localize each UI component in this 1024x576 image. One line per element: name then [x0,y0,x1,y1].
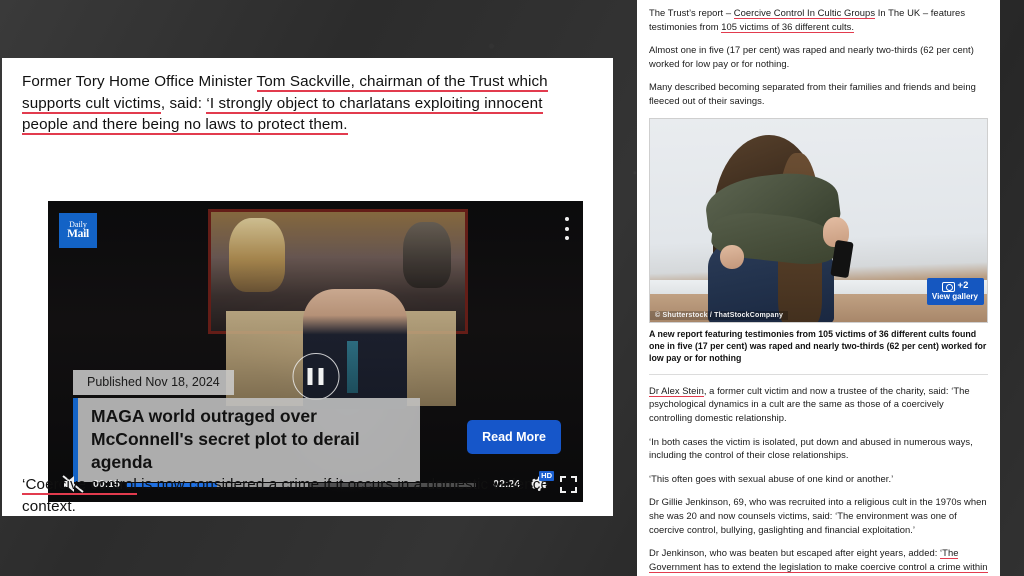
video-headline[interactable]: MAGA world outraged over McConnell's sec… [73,398,420,482]
right-article-panel: The Trust’s report – Coercive Control In… [637,0,1000,576]
read-more-button[interactable]: Read More [467,420,561,454]
camera-icon [941,281,955,292]
link-report-title[interactable]: Coercive Control In Cultic Groups [733,7,876,19]
gallery-badge-row: +2 [932,280,978,292]
left-p1-mid: , said: [160,94,207,112]
link-victims-stat[interactable]: 105 victims of 36 different cults. [721,20,855,33]
photo-caption: A new report featuring testimonies from … [649,328,988,375]
kebab-dot [564,236,569,240]
left-article-panel: Former Tory Home Office Minister Tom Sac… [2,58,613,516]
more-options-icon[interactable] [564,217,569,240]
video-headline-text: MAGA world outraged over McConnell's sec… [91,406,360,472]
view-gallery-badge[interactable]: +2 View gallery [926,278,984,305]
right-paragraph-8: Dr Jenkinson, who was beaten but escaped… [649,546,988,576]
daily-mail-logo: Daily Mail [59,213,97,248]
logo-line-2: Mail [67,227,89,240]
rp1-a: The Trust’s report – [649,7,734,18]
video-player[interactable]: Daily Mail Published Nov 18, 2024 MAGA w… [48,201,583,502]
right-paragraph-3: Many described becoming separated from t… [649,81,976,106]
published-date-chip: Published Nov 18, 2024 [73,370,234,395]
right-paragraph-5: ‘In both cases the victim is isolated, p… [649,435,973,461]
left-paragraph-1: Former Tory Home Office Minister Tom Sac… [2,71,613,136]
photo-credit: © Shutterstock / ThatStockCompany [650,310,789,320]
kebab-dot [564,226,569,231]
right-paragraph-4: Dr Alex Stein, a former cult victim and … [649,384,988,425]
right-paragraph-1: The Trust’s report – Coercive Control In… [649,6,988,33]
screenshot-root: Former Tory Home Office Minister Tom Sac… [0,0,1024,576]
left-paragraph-2: ‘Coercive control is now considered a cr… [2,474,613,516]
pause-bar [318,368,324,385]
left-p1-prefix: Former Tory Home Office Minister [22,73,257,90]
link-coercive-control[interactable]: ‘Coercive control [22,476,137,495]
pause-bar [307,368,313,385]
rp8-a: Dr Jenkinson, who was beaten but escaped… [649,547,941,559]
article-photo[interactable]: © Shutterstock / ThatStockCompany +2 Vie… [649,117,988,323]
photo-subject-hand-left [720,244,744,269]
gallery-label: View gallery [931,291,978,301]
pause-button[interactable] [292,353,339,400]
link-dr-alex-stein[interactable]: Dr Alex Stein [649,384,704,397]
right-paragraph-7: Dr Gillie Jenkinson, 69, who was recruit… [649,496,987,535]
kebab-dot [564,217,569,221]
right-paragraph-2: Almost one in five (17 per cent) was rap… [649,44,974,69]
right-paragraph-6: ‘This often goes with sexual abuse of on… [649,472,894,484]
gallery-count: +2 [957,280,969,292]
